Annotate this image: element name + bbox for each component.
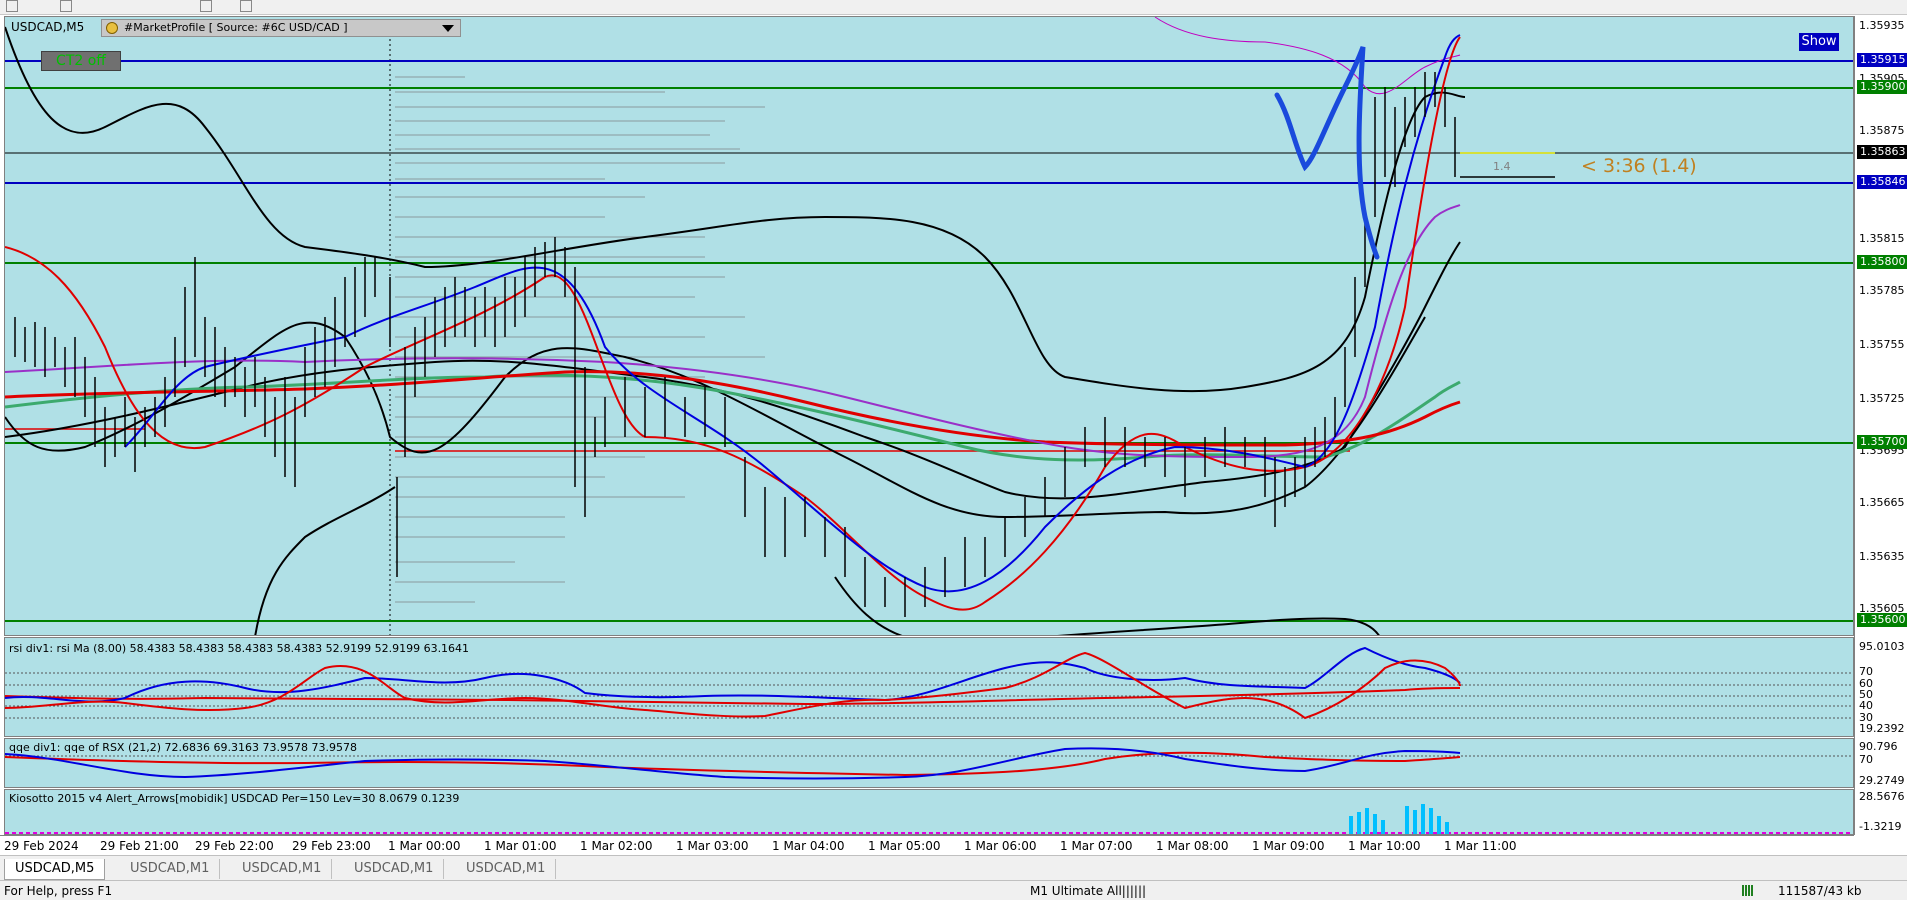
tab-usdcad-m1[interactable]: USDCAD,M1 (344, 859, 445, 879)
tab-usdcad-m1[interactable]: USDCAD,M1 (120, 859, 221, 879)
toolbar (0, 0, 1907, 15)
price-chart-svg (5, 17, 1853, 635)
qqe-scale-tick: 90.796 (1859, 740, 1898, 753)
rsi-scale-tick: 19.2392 (1859, 722, 1905, 735)
rsi-indicator-pane[interactable]: rsi div1: rsi Ma (8.00) 58.4383 58.4383 … (4, 637, 1854, 737)
market-profile-histogram (395, 76, 765, 603)
candle-timer-label: < 3:36 (1.4) (1581, 155, 1697, 177)
level-tag: 1.35846 (1857, 175, 1907, 189)
level-tag: 1.35600 (1857, 613, 1907, 627)
price-tick: 1.35785 (1859, 284, 1905, 297)
symbol-title: USDCAD,M5 (11, 20, 85, 34)
ct2-toggle-button[interactable]: CT2 off (41, 51, 121, 71)
time-tick: 1 Mar 10:00 (1348, 839, 1421, 853)
price-tick: 1.35875 (1859, 124, 1905, 137)
cursor-icon[interactable] (6, 0, 18, 12)
spread-label: 1.4 (1493, 160, 1511, 173)
time-tick: 1 Mar 09:00 (1252, 839, 1325, 853)
chart-tabs: USDCAD,M5 USDCAD,M1 USDCAD,M1 USDCAD,M1 … (0, 855, 1907, 881)
connection-icon (1742, 885, 1754, 896)
price-tick: 1.35665 (1859, 496, 1905, 509)
qqe-scale-tick: 70 (1859, 753, 1873, 766)
qqe-scale-tick: 29.2749 (1859, 774, 1905, 787)
time-tick: 1 Mar 08:00 (1156, 839, 1229, 853)
price-axis[interactable]: 1.35935 1.35905 1.35875 1.35815 1.35785 … (1854, 16, 1907, 835)
level-tag: 1.35915 (1857, 53, 1907, 67)
fibo-icon[interactable] (200, 0, 212, 12)
help-text: For Help, press F1 (4, 884, 113, 898)
time-tick: 1 Mar 03:00 (676, 839, 749, 853)
time-tick: 1 Mar 02:00 (580, 839, 653, 853)
kiosotto-label: Kiosotto 2015 v4 Alert_Arrows[mobidik] U… (9, 792, 460, 805)
status-bar: For Help, press F1 M1 Ultimate All||||||… (0, 880, 1907, 900)
price-tick: 1.35815 (1859, 232, 1905, 245)
tab-usdcad-m1[interactable]: USDCAD,M1 (456, 859, 557, 879)
qqe-label: qqe div1: qqe of RSX (21,2) 72.6836 69.3… (9, 741, 357, 754)
qqe-indicator-pane[interactable]: qqe div1: qqe of RSX (21,2) 72.6836 69.3… (4, 738, 1854, 788)
price-tick: 1.35755 (1859, 338, 1905, 351)
time-tick: 1 Mar 00:00 (388, 839, 461, 853)
crosshair-icon[interactable] (60, 0, 72, 12)
time-axis[interactable]: 29 Feb 2024 29 Feb 21:00 29 Feb 22:00 29… (0, 835, 1854, 855)
current-price-tag: 1.35863 (1857, 145, 1907, 159)
market-profile-label: #MarketProfile [ Source: #6C USD/CAD ] (124, 21, 348, 34)
level-tag: 1.35800 (1857, 255, 1907, 269)
time-tick: 29 Feb 23:00 (292, 839, 371, 853)
rsi-label: rsi div1: rsi Ma (8.00) 58.4383 58.4383 … (9, 642, 470, 655)
profile-name: M1 Ultimate All|||||| (1030, 884, 1147, 898)
time-tick: 1 Mar 11:00 (1444, 839, 1517, 853)
price-tick: 1.35725 (1859, 392, 1905, 405)
show-button[interactable]: Show (1799, 33, 1839, 51)
time-tick: 29 Feb 22:00 (195, 839, 274, 853)
main-chart-pane[interactable]: USDCAD,M5 #MarketProfile [ Source: #6C U… (4, 16, 1854, 636)
market-profile-dropdown[interactable]: #MarketProfile [ Source: #6C USD/CAD ] (101, 19, 461, 37)
time-tick: 29 Feb 2024 (4, 839, 79, 853)
text-icon[interactable] (240, 0, 252, 12)
smiley-icon (106, 22, 118, 34)
kiosotto-indicator-pane[interactable]: Kiosotto 2015 v4 Alert_Arrows[mobidik] U… (4, 789, 1854, 835)
chevron-down-icon[interactable] (442, 25, 454, 32)
price-tick: 1.35635 (1859, 550, 1905, 563)
time-tick: 1 Mar 04:00 (772, 839, 845, 853)
time-tick: 29 Feb 21:00 (100, 839, 179, 853)
tab-usdcad-m1[interactable]: USDCAD,M1 (232, 859, 333, 879)
kiosotto-scale-tick: -1.3219 (1859, 820, 1902, 833)
rsi-scale-tick: 95.0103 (1859, 640, 1905, 653)
kiosotto-scale-tick: 28.5676 (1859, 790, 1905, 803)
price-tick: 1.35935 (1859, 19, 1905, 32)
time-tick: 1 Mar 06:00 (964, 839, 1037, 853)
time-tick: 1 Mar 05:00 (868, 839, 941, 853)
level-tag: 1.35700 (1857, 435, 1907, 449)
time-tick: 1 Mar 01:00 (484, 839, 557, 853)
level-tag: 1.35900 (1857, 80, 1907, 94)
time-tick: 1 Mar 07:00 (1060, 839, 1133, 853)
tab-usdcad-m5[interactable]: USDCAD,M5 (4, 859, 106, 880)
traffic-counter: 111587/43 kb (1778, 884, 1862, 898)
